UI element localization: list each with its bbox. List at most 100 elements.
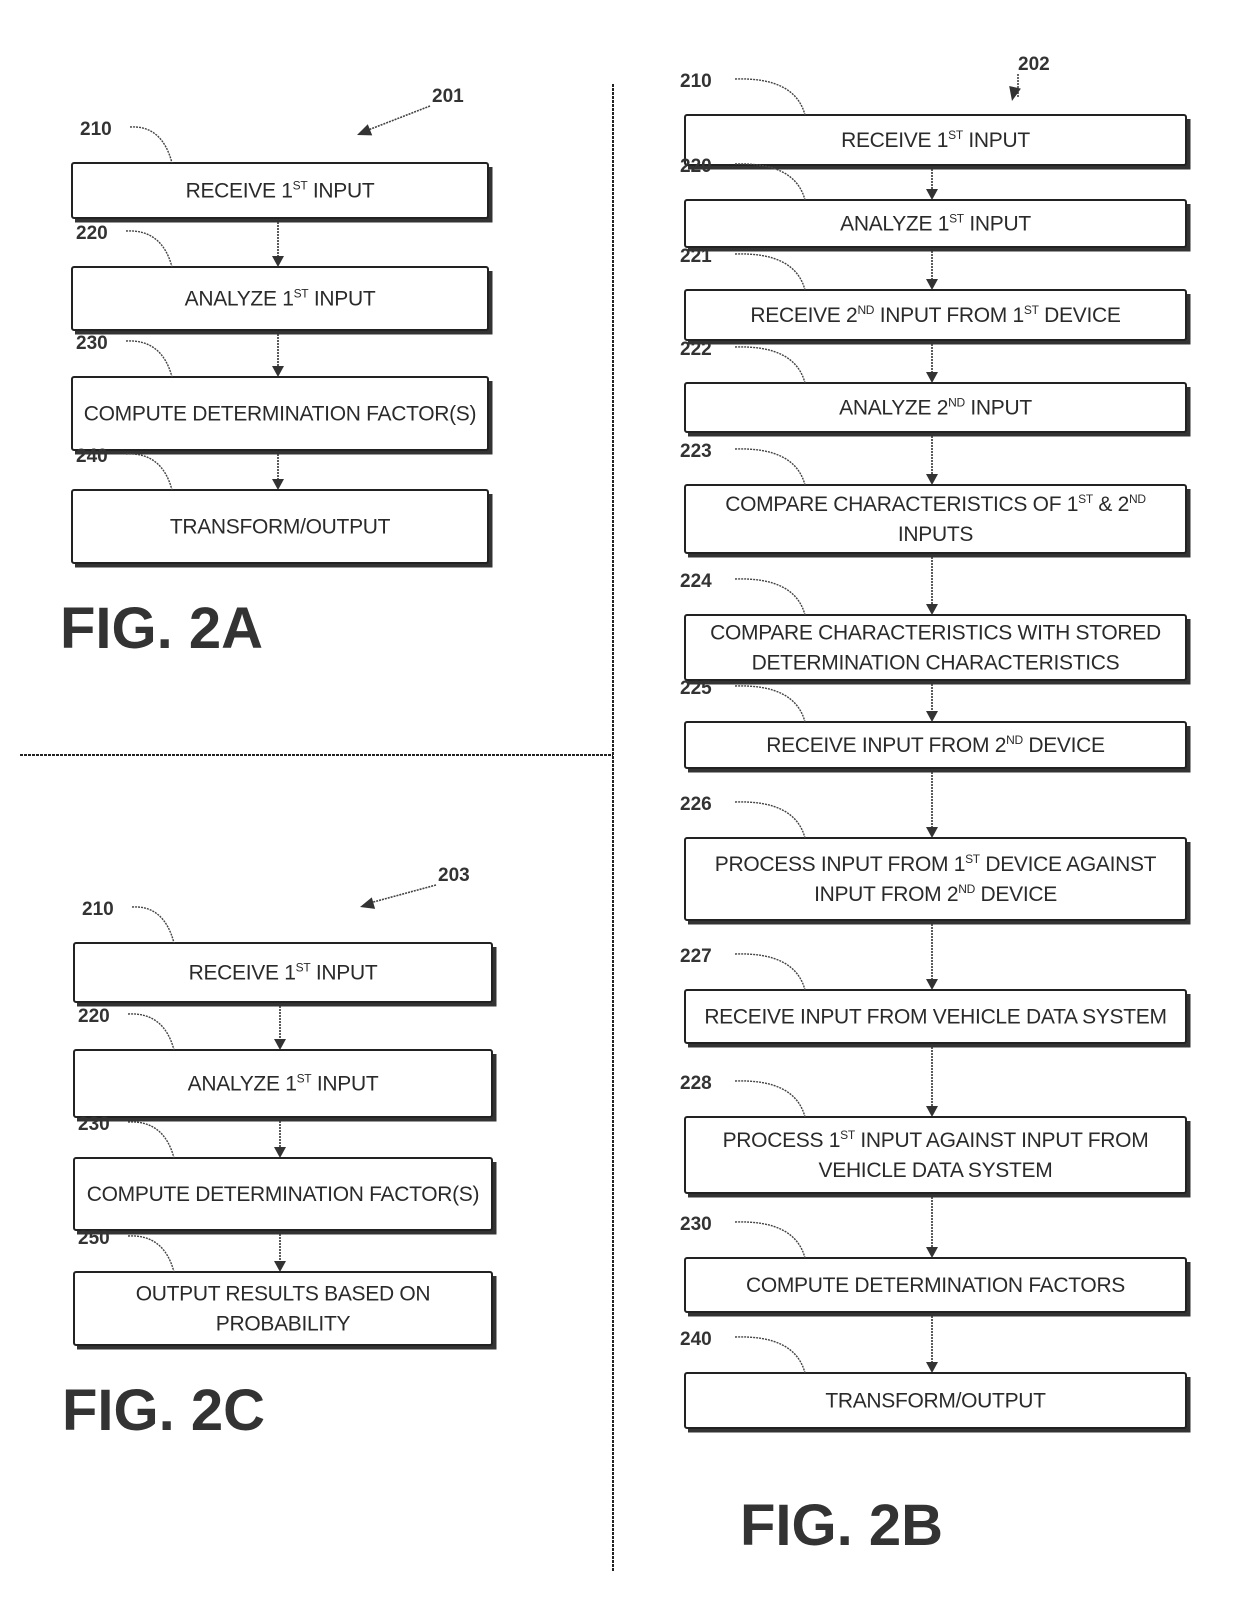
figure-reference-number: 201 <box>432 86 464 107</box>
step-text: PROCESS INPUT FROM 1ST DEVICE AGAINST <box>715 852 1157 876</box>
arrowhead-icon <box>357 124 373 136</box>
flow-step-240: TRANSFORM/OUTPUT 240 <box>71 446 493 568</box>
step-text: RECEIVE INPUT FROM VEHICLE DATA SYSTEM <box>704 1006 1166 1029</box>
step-reference-number: 230 <box>78 1114 110 1135</box>
process-box <box>684 837 1187 921</box>
arrowhead-icon <box>926 979 938 990</box>
leader-line <box>734 685 806 723</box>
arrowhead-icon <box>272 366 284 377</box>
flow-step-228: PROCESS 1ST INPUT AGAINST INPUT FROM VEHI… <box>680 1073 1191 1198</box>
leader-line <box>125 340 173 378</box>
flow-step-230: COMPUTE DETERMINATION FACTOR(S) 230 <box>73 1114 497 1235</box>
arrowhead-icon <box>926 711 938 722</box>
step-text: INPUT FROM 2ND DEVICE <box>814 882 1057 906</box>
flow-step-210: RECEIVE 1ST INPUT 210 <box>73 899 497 1007</box>
step-text: TRANSFORM/OUTPUT <box>825 1390 1046 1413</box>
step-reference-number: 210 <box>680 71 712 92</box>
step-text: RECEIVE 2ND INPUT FROM 1ST DEVICE <box>750 303 1120 327</box>
leader-line <box>734 801 806 839</box>
step-reference-number: 225 <box>680 678 712 699</box>
flow-step-222: ANALYZE 2ND INPUT 222 <box>680 339 1191 437</box>
step-text: RECEIVE 1ST INPUT <box>186 179 375 203</box>
flow-step-230: COMPUTE DETERMINATION FACTOR(S) 230 <box>71 333 493 455</box>
figure-reference-number: 202 <box>1018 54 1050 75</box>
step-text: TRANSFORM/OUTPUT <box>170 516 391 539</box>
figures-layer: 201 RECEIVE 1ST INPUT 210 ANALYZE 1ST INPUT… <box>60 54 1191 1558</box>
step-reference-number: 227 <box>680 946 712 967</box>
flow-step-225: RECEIVE INPUT FROM 2ND DEVICE 225 <box>680 678 1191 773</box>
flow-step-220: ANALYZE 1ST INPUT 220 <box>71 223 493 335</box>
flow-step-210: RECEIVE 1ST INPUT 210 <box>71 119 493 223</box>
leader-line <box>734 578 806 616</box>
leader-line <box>125 453 173 491</box>
leader-line <box>734 1221 806 1259</box>
arrowhead-icon <box>926 372 938 383</box>
leader-line <box>125 230 173 268</box>
figure-label: FIG. 2C <box>62 1378 265 1443</box>
step-reference-number: 240 <box>76 446 108 467</box>
arrowhead-icon <box>272 479 284 490</box>
leader-line <box>734 346 806 384</box>
step-reference-number: 222 <box>680 339 712 360</box>
step-reference-number: 220 <box>78 1006 110 1027</box>
leader-line <box>734 1080 806 1118</box>
leader-line <box>734 953 806 991</box>
figure-label: FIG. 2A <box>60 596 263 661</box>
step-reference-number: 220 <box>76 223 108 244</box>
arrowhead-icon <box>272 256 284 267</box>
leader-line <box>734 78 806 116</box>
step-text: RECEIVE 1ST INPUT <box>841 128 1030 152</box>
flow-step-240: TRANSFORM/OUTPUT 240 <box>680 1329 1191 1433</box>
figure-reference-arrow <box>365 884 437 905</box>
flow-step-223: COMPARE CHARACTERISTICS OF 1ST & 2NDINPU… <box>680 441 1191 558</box>
arrowhead-icon <box>274 1147 286 1158</box>
step-text: COMPARE CHARACTERISTICS WITH STORED <box>710 622 1161 645</box>
step-text: ANALYZE 2ND INPUT <box>839 396 1032 420</box>
arrowhead-icon <box>926 189 938 200</box>
arrowhead-icon <box>926 1362 938 1373</box>
step-text: RECEIVE 1ST INPUT <box>189 961 378 985</box>
leader-line <box>734 1336 806 1374</box>
arrowhead-icon <box>926 604 938 615</box>
leader-line <box>129 126 173 164</box>
flow-step-230: COMPUTE DETERMINATION FACTORS 230 <box>680 1214 1191 1317</box>
flow-step-227: RECEIVE INPUT FROM VEHICLE DATA SYSTEM 22… <box>680 946 1191 1048</box>
step-reference-number: 230 <box>680 1214 712 1235</box>
leader-line <box>734 253 806 291</box>
leader-line <box>127 1013 175 1051</box>
leader-line <box>734 448 806 486</box>
fig2c-flowchart: 203 RECEIVE 1ST INPUT 210 ANALYZE 1ST INPUT… <box>62 865 497 1443</box>
step-text: PROBABILITY <box>216 1313 351 1336</box>
flow-step-221: RECEIVE 2ND INPUT FROM 1ST DEVICE 221 <box>680 246 1191 345</box>
step-text: VEHICLE DATA SYSTEM <box>819 1159 1053 1182</box>
step-text: DETERMINATION CHARACTERISTICS <box>752 652 1120 675</box>
flow-step-250: OUTPUT RESULTS BASED ON PROBABILITY 250 <box>73 1228 497 1350</box>
flow-step-220: ANALYZE 1ST INPUT 220 <box>680 156 1191 252</box>
arrowhead-icon <box>274 1261 286 1272</box>
step-text: RECEIVE INPUT FROM 2ND DEVICE <box>766 733 1105 757</box>
flow-step-224: COMPARE CHARACTERISTICS WITH STORED DETER… <box>680 571 1191 685</box>
figure-label: FIG. 2B <box>740 1493 943 1558</box>
leader-line <box>131 906 175 944</box>
step-reference-number: 221 <box>680 246 712 267</box>
flow-step-210: RECEIVE 1ST INPUT 210 <box>680 71 1191 170</box>
flow-step-226: PROCESS INPUT FROM 1ST DEVICE AGAINST INP… <box>680 794 1191 925</box>
flow-step-220: ANALYZE 1ST INPUT 220 <box>73 1006 497 1122</box>
step-text: ANALYZE 1ST INPUT <box>840 212 1031 236</box>
step-reference-number: 250 <box>78 1228 110 1249</box>
step-reference-number: 224 <box>680 571 712 592</box>
arrowhead-icon <box>274 1039 286 1050</box>
step-reference-number: 210 <box>80 119 112 140</box>
arrowhead-icon <box>360 897 376 909</box>
step-text: INPUTS <box>898 523 974 546</box>
step-text: PROCESS 1ST INPUT AGAINST INPUT FROM <box>723 1128 1149 1152</box>
fig2a-flowchart: 201 RECEIVE 1ST INPUT 210 ANALYZE 1ST INPUT… <box>60 86 493 661</box>
step-text: ANALYZE 1ST INPUT <box>188 1072 379 1096</box>
step-reference-number: 230 <box>76 333 108 354</box>
figure-reference-number: 203 <box>438 865 470 886</box>
step-reference-number: 220 <box>680 156 712 177</box>
arrowhead-icon <box>926 1247 938 1258</box>
step-reference-number: 240 <box>680 1329 712 1350</box>
step-reference-number: 228 <box>680 1073 712 1094</box>
arrowhead-icon <box>926 827 938 838</box>
